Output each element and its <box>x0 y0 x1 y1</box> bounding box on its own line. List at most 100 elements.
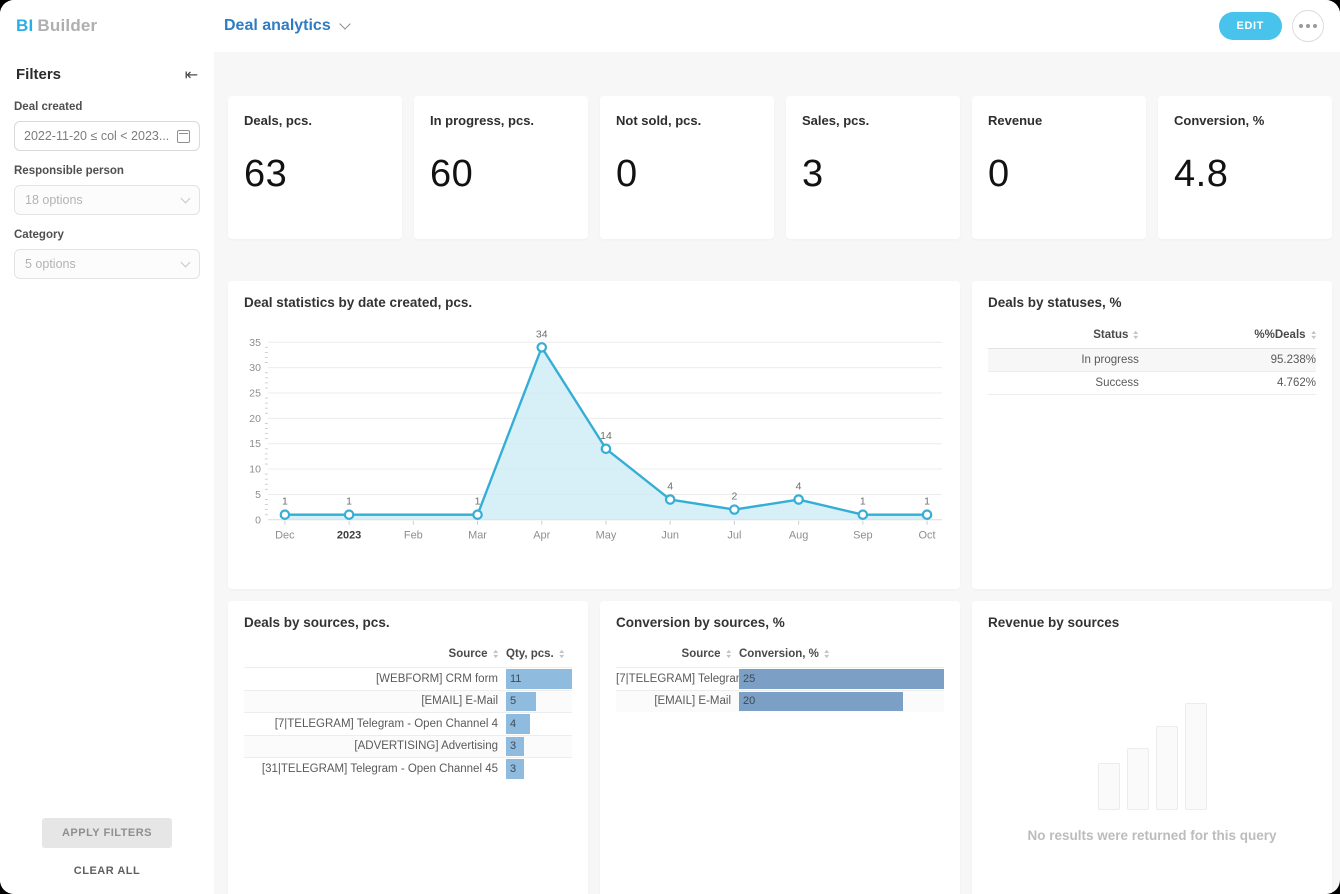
qty-bar: 3 <box>506 737 524 757</box>
column-header-deals-percent[interactable]: %%Deals ▲▼ <box>1254 329 1316 341</box>
svg-text:1: 1 <box>346 497 352 508</box>
svg-text:1: 1 <box>282 497 288 508</box>
source-cell: [EMAIL] E-Mail <box>244 695 506 707</box>
bar-value: 3 <box>506 763 516 775</box>
charts-row: Deal statistics by date created, pcs. 0 5… <box>228 281 1332 589</box>
svg-text:1: 1 <box>475 497 481 508</box>
source-cell: [7|TELEGRAM] Telegram - Open Channel 4 <box>244 718 506 730</box>
app-logo: BIBuilder <box>0 16 214 36</box>
svg-text:5: 5 <box>255 490 261 501</box>
responsible-person-select[interactable]: 18 options <box>14 185 200 215</box>
bar-value: 5 <box>506 695 516 707</box>
sort-icon: ▲▼ <box>1133 331 1138 340</box>
report-title-dropdown[interactable]: Deal analytics <box>224 17 349 35</box>
svg-text:1: 1 <box>860 497 866 508</box>
logo-builder: Builder <box>37 16 97 35</box>
table-row: Success 4.762% <box>988 372 1316 395</box>
kpi-value: 4.8 <box>1174 153 1316 196</box>
deal-statistics-chart: 05101520253035Dec2023FebMarAprMayJunJulA… <box>244 318 944 569</box>
column-header-source[interactable]: Source ▲▼ <box>244 648 506 660</box>
logo-bi: BI <box>16 16 33 35</box>
source-cell: [7|TELEGRAM] Telegram - Open Channel 4 <box>616 673 739 685</box>
source-cell: [ADVERTISING] Advertising <box>244 740 506 752</box>
kpi-value: 63 <box>244 153 386 196</box>
svg-text:2023: 2023 <box>337 530 361 542</box>
svg-text:4: 4 <box>667 482 673 493</box>
table-header: Source ▲▼ Conversion, % ▲▼ <box>616 644 944 667</box>
more-options-button[interactable] <box>1292 10 1324 42</box>
svg-text:Oct: Oct <box>919 530 936 542</box>
filters-header: Filters ⇤ <box>0 52 214 89</box>
kpi-label: Sales, pcs. <box>802 113 944 128</box>
svg-text:34: 34 <box>536 329 548 340</box>
svg-text:20: 20 <box>249 414 261 425</box>
bi-builder-window: BIBuilder Deal analytics EDIT Filters ⇤ … <box>0 0 1340 894</box>
kpi-card-sales: Sales, pcs. 3 <box>786 96 960 239</box>
svg-text:25: 25 <box>249 389 261 400</box>
deal-statistics-line-chart: 05101520253035Dec2023FebMarAprMayJunJulA… <box>244 318 944 564</box>
panel-title: Deal statistics by date created, pcs. <box>244 295 944 310</box>
kpi-label: Not sold, pcs. <box>616 113 758 128</box>
category-select[interactable]: 5 options <box>14 249 200 279</box>
edit-button[interactable]: EDIT <box>1219 12 1282 40</box>
svg-text:0: 0 <box>255 515 261 526</box>
kpi-label: Deals, pcs. <box>244 113 386 128</box>
kpi-value: 0 <box>988 153 1130 196</box>
svg-text:May: May <box>596 530 617 542</box>
filter-responsible-person: Responsible person 18 options <box>0 153 214 217</box>
table-row: [WEBFORM] CRM form 11 <box>244 667 572 690</box>
column-header-status[interactable]: Status ▲▼ <box>1093 329 1139 341</box>
svg-text:Dec: Dec <box>275 530 295 542</box>
value-cell: 95.238% <box>1271 354 1316 366</box>
date-range-value: 2022-11-20 ≤ col < 2023... <box>24 129 169 143</box>
sort-icon: ▲▼ <box>559 650 564 659</box>
kpi-row: Deals, pcs. 63 In progress, pcs. 60 Not … <box>228 96 1332 239</box>
sort-icon: ▲▼ <box>726 650 731 659</box>
qty-bar: 3 <box>506 759 524 779</box>
filters-sidebar: Filters ⇤ Deal created 2022-11-20 ≤ col … <box>0 52 214 894</box>
qty-bar: 4 <box>506 714 530 734</box>
apply-filters-button[interactable]: APPLY FILTERS <box>42 818 172 848</box>
deals-by-statuses-panel: Deals by statuses, % Status ▲▼ %%Deals ▲… <box>972 281 1332 589</box>
qty-bar: 5 <box>506 692 536 712</box>
kpi-card-conversion: Conversion, % 4.8 <box>1158 96 1332 239</box>
panel-title: Deals by sources, pcs. <box>244 615 572 630</box>
table-row: [7|TELEGRAM] Telegram - Open Channel 4 4 <box>244 712 572 735</box>
column-header-conversion[interactable]: Conversion, % ▲▼ <box>739 648 944 660</box>
deal-created-date-input[interactable]: 2022-11-20 ≤ col < 2023... <box>14 121 200 151</box>
svg-text:Sep: Sep <box>853 530 873 542</box>
table-row: [31|TELEGRAM] Telegram - Open Channel 45… <box>244 757 572 780</box>
bar-value: 25 <box>739 673 755 685</box>
deals-by-sources-table: Source ▲▼ Qty, pcs. ▲▼ [WEBFORM] CRM for… <box>244 644 572 780</box>
chevron-down-icon <box>339 18 350 29</box>
panel-title: Deals by statuses, % <box>988 295 1316 310</box>
source-cell: [EMAIL] E-Mail <box>616 695 739 707</box>
kpi-value: 0 <box>616 153 758 196</box>
filter-label: Responsible person <box>14 165 200 177</box>
table-row: In progress 95.238% <box>988 349 1316 372</box>
report-title: Deal analytics <box>224 17 331 35</box>
table-row: [EMAIL] E-Mail 5 <box>244 690 572 713</box>
panel-title: Conversion by sources, % <box>616 615 944 630</box>
statuses-table: Status ▲▼ %%Deals ▲▼ In progress 95.238% <box>988 324 1316 395</box>
collapse-sidebar-icon[interactable]: ⇤ <box>185 67 198 83</box>
svg-text:15: 15 <box>249 439 261 450</box>
column-header-source[interactable]: Source ▲▼ <box>616 648 739 660</box>
kpi-label: Conversion, % <box>1174 113 1316 128</box>
svg-text:Jun: Jun <box>661 530 679 542</box>
select-value: 18 options <box>25 193 83 207</box>
svg-text:1: 1 <box>924 497 930 508</box>
clear-all-button[interactable]: CLEAR ALL <box>68 864 146 878</box>
kpi-label: Revenue <box>988 113 1130 128</box>
column-header-qty[interactable]: Qty, pcs. ▲▼ <box>506 648 572 660</box>
kpi-value: 60 <box>430 153 572 196</box>
table-header: Status ▲▼ %%Deals ▲▼ <box>988 324 1316 349</box>
kpi-card-revenue: Revenue 0 <box>972 96 1146 239</box>
calendar-icon <box>177 130 190 143</box>
deals-by-sources-panel: Deals by sources, pcs. Source ▲▼ Qty, pc… <box>228 601 588 894</box>
sort-icon: ▲▼ <box>493 650 498 659</box>
kpi-card-deals: Deals, pcs. 63 <box>228 96 402 239</box>
conversion-by-sources-table: Source ▲▼ Conversion, % ▲▼ [7|TELEGRAM] … <box>616 644 944 712</box>
svg-text:Jul: Jul <box>727 530 741 542</box>
filter-label: Category <box>14 229 200 241</box>
